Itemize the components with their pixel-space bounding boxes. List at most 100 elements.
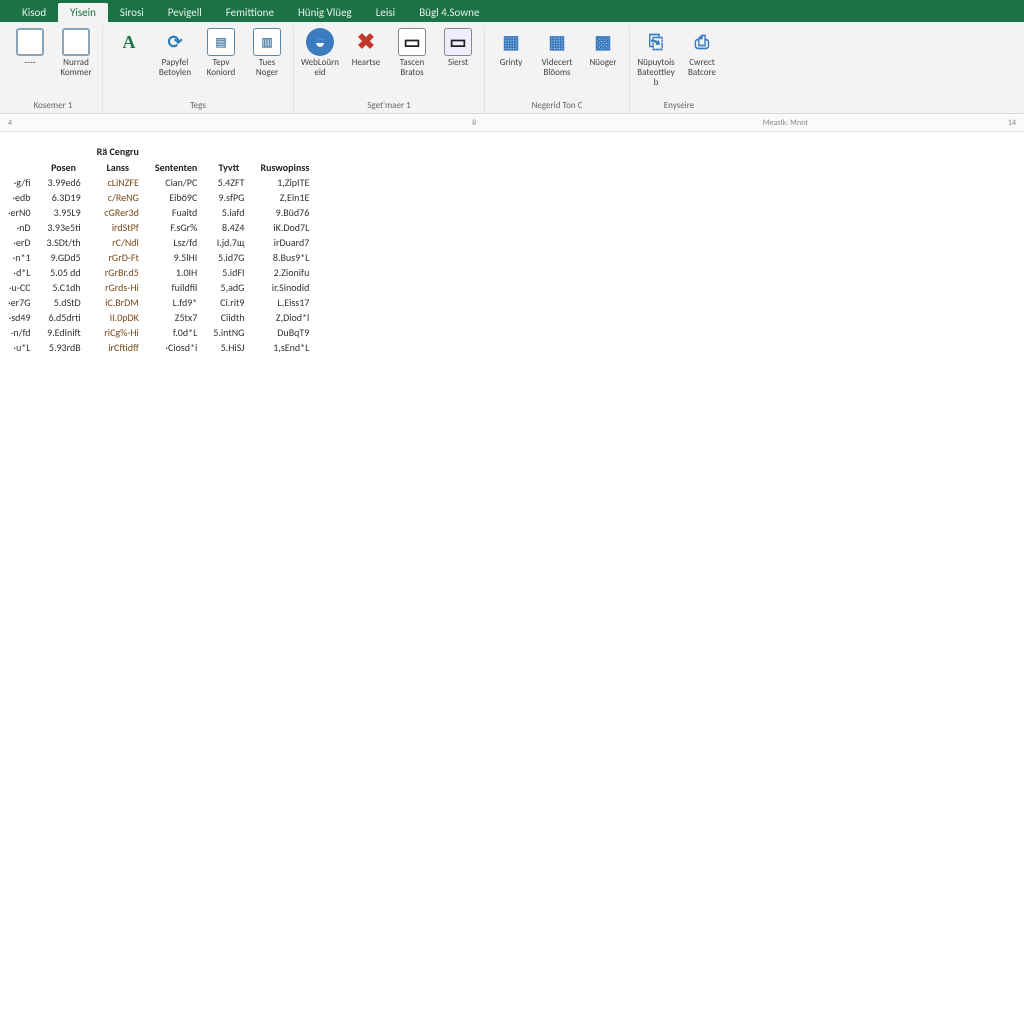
worksheet-area[interactable]: Rä Cengru Posen Lanss Sententen Tyvtt Ru… <box>0 132 1024 355</box>
table-row[interactable]: ·er7G5.dStDiC.BrDML.fd9*Ci.rit9L,Eiss17 <box>0 295 317 310</box>
table-row[interactable]: ·sd496.d5drtiII.0pDKZ5tx7CiidthZ,Diod*l <box>0 310 317 325</box>
table-cell[interactable]: II.0pDK <box>89 310 147 325</box>
table-cell[interactable]: 5.intNG <box>205 325 252 340</box>
window2-button[interactable]: ▭ Sierst <box>436 26 480 68</box>
table-row[interactable]: ·edb6.3D19c/ReNGEibö9C9.sfPGZ,Ein1E <box>0 190 317 205</box>
table-row[interactable]: ·u*L5.93rdBirCftidff·Ciosd*i5.HiSJ1,sEnd… <box>0 340 317 355</box>
tab-5[interactable]: Hünig Vlüeg <box>286 3 364 22</box>
table-cell[interactable]: ·g/fi <box>0 175 39 190</box>
table-cell[interactable]: Z,Diod*l <box>252 310 317 325</box>
table-cell[interactable]: ir.Sinodid <box>252 280 317 295</box>
table-cell[interactable]: rGrD-Ft <box>89 250 147 265</box>
table-cell[interactable]: I.jd.7щ <box>205 235 252 250</box>
table-cell[interactable]: Eibö9C <box>147 190 205 205</box>
table-cell[interactable]: 5.dStD <box>39 295 89 310</box>
table-cell[interactable]: 9.Büd76 <box>252 205 317 220</box>
arrange2-button[interactable]: ▦ Videcert Blöoms <box>535 26 579 78</box>
table-cell[interactable]: c/ReNG <box>89 190 147 205</box>
table-cell[interactable]: iK.Dod7L <box>252 220 317 235</box>
table-cell[interactable]: 5.iafd <box>205 205 252 220</box>
table-cell[interactable]: 9.sfPG <box>205 190 252 205</box>
font-a-button[interactable]: A <box>107 26 151 68</box>
web-button[interactable]: ◒ WebLoürneid <box>298 26 342 78</box>
table-cell[interactable]: ·erN0 <box>0 205 39 220</box>
table-cell[interactable]: 5.05 dd <box>39 265 89 280</box>
table-cell[interactable]: 6.3D19 <box>39 190 89 205</box>
table-cell[interactable]: Cian/PC <box>147 175 205 190</box>
page2-button[interactable]: ▥ Tues Noger <box>245 26 289 78</box>
table-row[interactable]: ·u-CC5.C1dhrGrds-Hifuildfil5,adGir.Sinod… <box>0 280 317 295</box>
table-cell[interactable]: ·n/fd <box>0 325 39 340</box>
tab-6[interactable]: Leisi <box>364 3 407 22</box>
table-cell[interactable]: 1,ZipITE <box>252 175 317 190</box>
table-cell[interactable]: 5,adG <box>205 280 252 295</box>
tab-0[interactable]: Kisod <box>10 3 58 22</box>
table-cell[interactable]: irdStPf <box>89 220 147 235</box>
table-row[interactable]: ·erD3.SDt/thrC/NdlLsz/fdI.jd.7щirDuard7 <box>0 235 317 250</box>
table-row[interactable]: ·erN03.95L9cGRer3dFuaitd5.iafd9.Büd76 <box>0 205 317 220</box>
arrange-button[interactable]: ▦ Grinty <box>489 26 533 68</box>
table-cell[interactable]: fuildfil <box>147 280 205 295</box>
table-cell[interactable]: 9.GDd5 <box>39 250 89 265</box>
table-cell[interactable]: Z,Ein1E <box>252 190 317 205</box>
delete-button[interactable]: ✖ Heartse <box>344 26 388 68</box>
table-cell[interactable]: ·sd49 <box>0 310 39 325</box>
table-cell[interactable]: ·erD <box>0 235 39 250</box>
table-cell[interactable]: 9.Edinift <box>39 325 89 340</box>
table-cell[interactable]: rC/Ndl <box>89 235 147 250</box>
table-cell[interactable]: 8.Bus9*L <box>252 250 317 265</box>
table-cell[interactable]: L.fd9* <box>147 295 205 310</box>
table-cell[interactable]: 8.4Z4 <box>205 220 252 235</box>
table-cell[interactable]: 5.93rdB <box>39 340 89 355</box>
table-cell[interactable]: 1.0IH <box>147 265 205 280</box>
table-cell[interactable]: ·u*L <box>0 340 39 355</box>
table-cell[interactable]: 5.C1dh <box>39 280 89 295</box>
table-cell[interactable]: 6.d5drti <box>39 310 89 325</box>
table-cell[interactable]: cGRer3d <box>89 205 147 220</box>
page-button[interactable]: ▤ Tepv Koniord <box>199 26 243 78</box>
table-cell[interactable]: cLiNZFE <box>89 175 147 190</box>
refresh-button[interactable]: ⟳ Papyfel Betoylen <box>153 26 197 78</box>
tab-2[interactable]: Sirosi <box>108 3 156 22</box>
table-cell[interactable]: DuBqT9 <box>252 325 317 340</box>
table-cell[interactable]: 2.Zionifu <box>252 265 317 280</box>
table-cell[interactable]: Fuaitd <box>147 205 205 220</box>
table-cell[interactable]: rGrBr.d5 <box>89 265 147 280</box>
table-cell[interactable]: f.0d*L <box>147 325 205 340</box>
table-cell[interactable]: Ci.rit9 <box>205 295 252 310</box>
table-cell[interactable]: ·n*1 <box>0 250 39 265</box>
table-cell[interactable]: 5.4ZFT <box>205 175 252 190</box>
tab-3[interactable]: Pevigell <box>156 3 214 22</box>
table-cell[interactable]: 9.5lHI <box>147 250 205 265</box>
table-cell[interactable]: 3.SDt/th <box>39 235 89 250</box>
arrange3-button[interactable]: ▩ Nüoger <box>581 26 625 68</box>
table-row[interactable]: ·d*L5.05 ddrGrBr.d51.0IH5.idFI2.Zionifu <box>0 265 317 280</box>
table-cell[interactable]: Lsz/fd <box>147 235 205 250</box>
table-row[interactable]: ·n/fd9.EdiniftriCg%-Hif.0d*L5.intNGDuBqT… <box>0 325 317 340</box>
table-cell[interactable]: irCftidff <box>89 340 147 355</box>
table-cell[interactable]: 3.95L9 <box>39 205 89 220</box>
table-cell[interactable]: L,Eiss17 <box>252 295 317 310</box>
clip2-button[interactable]: ⎙ Cwrect Batcore <box>680 26 724 78</box>
table-row[interactable]: ·nD3.93e5tiirdStPfF.sGr%8.4Z4iK.Dod7L <box>0 220 317 235</box>
table-cell[interactable]: iC.BrDM <box>89 295 147 310</box>
table-cell[interactable]: 3.99ed6 <box>39 175 89 190</box>
tab-7[interactable]: Bügl 4.Sowne <box>407 3 491 22</box>
table-cell[interactable]: Z5tx7 <box>147 310 205 325</box>
table-cell[interactable]: 1,sEnd*L <box>252 340 317 355</box>
table-cell[interactable]: ·u-CC <box>0 280 39 295</box>
table-cell[interactable]: 5.HiSJ <box>205 340 252 355</box>
table-cell[interactable]: 5.id7G <box>205 250 252 265</box>
table-cell[interactable]: ·er7G <box>0 295 39 310</box>
table-cell[interactable]: irDuard7 <box>252 235 317 250</box>
table-cell[interactable]: F.sGr% <box>147 220 205 235</box>
table-cell[interactable]: ·Ciosd*i <box>147 340 205 355</box>
clip-button[interactable]: ⎘ Nüpuytois Bateottieyb <box>634 26 678 88</box>
table-cell[interactable]: 3.93e5ti <box>39 220 89 235</box>
table-cell[interactable]: riCg%-Hi <box>89 325 147 340</box>
window-button[interactable]: ▭ Tascen Bratos <box>390 26 434 78</box>
table-cell[interactable]: Ciidth <box>205 310 252 325</box>
table-cell[interactable]: rGrds-Hi <box>89 280 147 295</box>
table-cell[interactable]: ·d*L <box>0 265 39 280</box>
tab-4[interactable]: Femittione <box>214 3 286 22</box>
